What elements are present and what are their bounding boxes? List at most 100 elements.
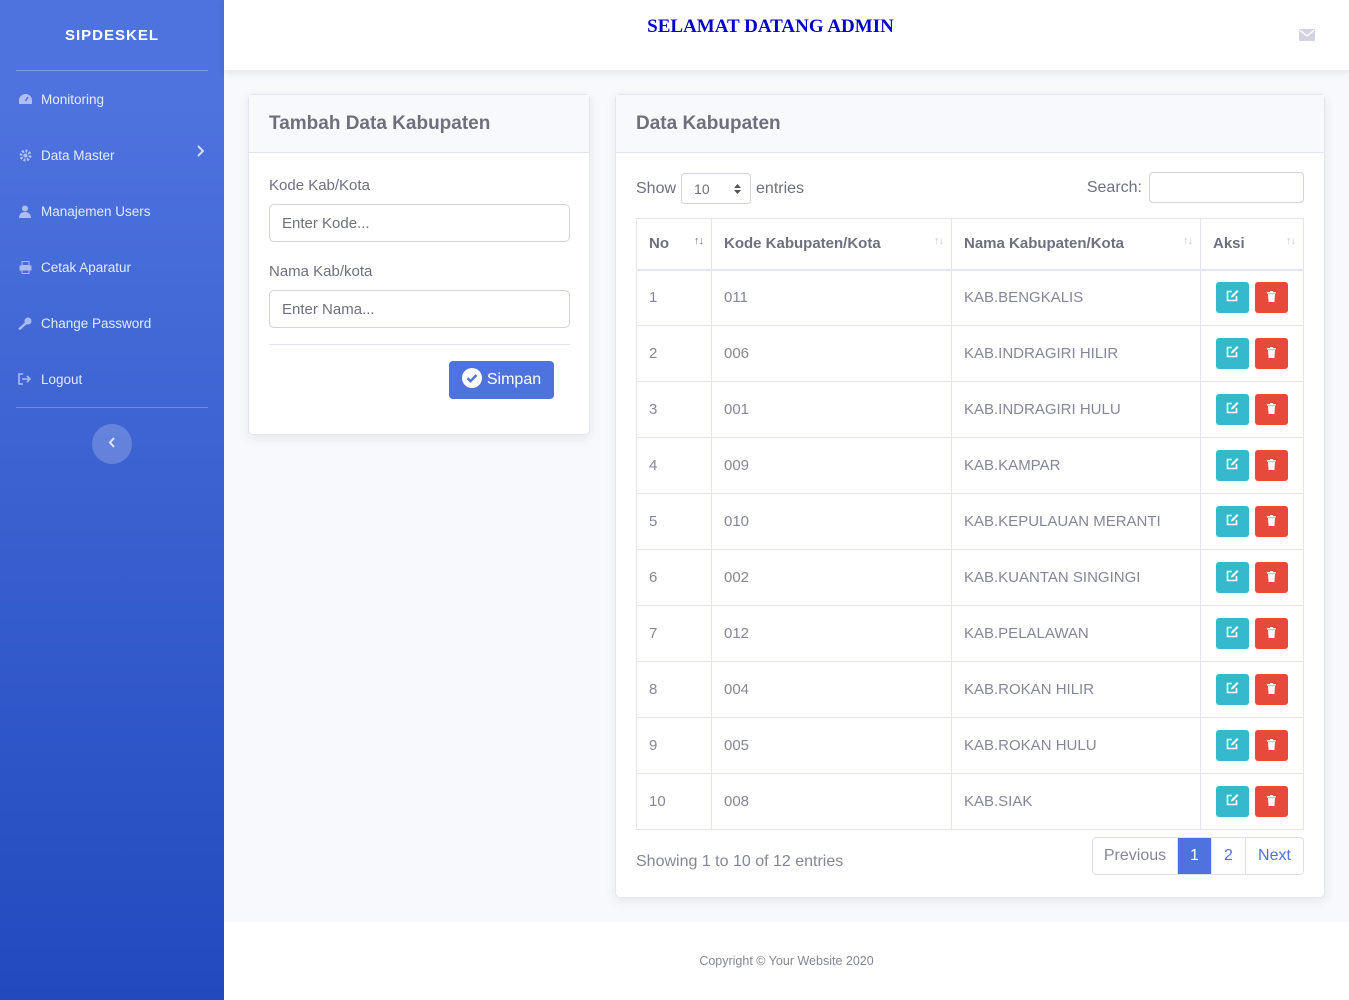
edit-button[interactable] [1216,618,1249,649]
delete-button[interactable] [1255,618,1288,649]
cell-kode: 006 [711,325,952,382]
edit-icon [1226,457,1239,474]
cell-no: 1 [636,269,712,326]
edit-button[interactable] [1216,450,1249,481]
search-control: Search: [1087,172,1304,203]
table-info: Showing 1 to 10 of 12 entries [636,853,844,870]
edit-button[interactable] [1216,282,1249,314]
edit-icon [1226,345,1239,362]
column-header-no[interactable]: No ↑↓ [636,218,712,271]
pagination: Previous 1 2 Next [1092,837,1304,875]
edit-button[interactable] [1216,730,1249,761]
delete-button[interactable] [1255,282,1288,314]
edit-icon [1226,401,1239,418]
column-header-kode[interactable]: Kode Kabupaten/Kota ↑↓ [711,218,952,271]
column-header-aksi[interactable]: Aksi ↑↓ [1200,218,1304,271]
cell-kode: 002 [711,549,952,606]
data-kabupaten-card: Data Kabupaten Show 10 entries Search: N… [615,94,1325,898]
trash-icon [1267,513,1276,530]
edit-icon [1226,793,1239,810]
table-card-title: Data Kabupaten [616,95,1324,153]
trash-icon [1267,625,1276,642]
cell-nama: KAB.INDRAGIRI HULU [951,381,1201,438]
sidebar-item-manajemen-users[interactable]: Manajemen Users [0,183,224,239]
row-actions [1213,730,1291,761]
sidebar-item-label: Cetak Aparatur [41,259,132,275]
cell-nama: KAB.BENGKALIS [951,269,1201,326]
row-actions [1213,394,1291,425]
edit-button[interactable] [1216,394,1249,425]
envelope-icon[interactable] [1299,28,1315,46]
table-row: 8 004 KAB.ROKAN HILIR [636,661,1304,718]
sidebar-toggle-button[interactable] [92,424,132,464]
simpan-label: Simpan [486,371,542,388]
sidebar-item-label: Manajemen Users [41,203,151,219]
column-header-nama[interactable]: Nama Kabupaten/Kota ↑↓ [951,218,1201,271]
page-1-button[interactable]: 1 [1178,838,1212,874]
sidebar-item-cetak-aparatur[interactable]: Cetak Aparatur [0,239,224,295]
cell-kode: 012 [711,605,952,662]
entries-select[interactable]: 10 [681,173,752,204]
edit-button[interactable] [1216,786,1249,817]
cell-kode: 001 [711,381,952,438]
previous-button[interactable]: Previous [1093,838,1178,874]
edit-button[interactable] [1216,674,1249,705]
nama-input[interactable] [269,290,570,328]
delete-button[interactable] [1255,674,1288,705]
cell-no: 8 [636,661,712,718]
entries-value: 10 [694,180,710,197]
sidebar-item-change-password[interactable]: Change Password [0,295,224,351]
cell-aksi [1200,325,1304,382]
sidebar-item-label: Change Password [41,315,152,331]
cell-no: 6 [636,549,712,606]
edit-button[interactable] [1216,562,1249,593]
table-row: 2 006 KAB.INDRAGIRI HILIR [636,325,1304,382]
kode-input[interactable] [269,204,570,242]
delete-button[interactable] [1255,338,1288,369]
cell-aksi [1200,717,1304,774]
simpan-button[interactable]: Simpan [449,361,554,399]
cell-no: 5 [636,493,712,550]
sort-icon: ↑↓ [1183,235,1193,247]
table-row: 5 010 KAB.KEPULAUAN MERANTI [636,493,1304,550]
trash-icon [1267,457,1276,474]
table-row: 7 012 KAB.PELALAWAN [636,605,1304,662]
delete-button[interactable] [1255,562,1288,593]
next-button[interactable]: Next [1246,838,1303,874]
kode-label: Kode Kab/Kota [269,177,370,194]
entries-label: entries [756,179,805,197]
cell-kode: 008 [711,773,952,830]
show-label: Show [636,179,677,197]
cell-no: 4 [636,437,712,494]
row-actions [1213,562,1291,593]
sidebar-item-logout[interactable]: Logout [0,351,224,407]
key-icon [17,316,33,330]
add-kabupaten-card: Tambah Data Kabupaten Kode Kab/Kota Nama… [248,94,590,435]
sidebar-item-monitoring[interactable]: Monitoring [0,71,224,127]
brand[interactable]: SIPDESKEL [0,0,224,70]
delete-button[interactable] [1255,786,1288,817]
sidebar-item-data-master[interactable]: Data Master [0,127,224,183]
trash-icon [1267,401,1276,418]
trash-icon [1267,569,1276,586]
cell-no: 9 [636,717,712,774]
table-header-row: No ↑↓ Kode Kabupaten/Kota ↑↓ Nama Kabupate… [636,218,1304,271]
edit-button[interactable] [1216,338,1249,369]
table-row: 1 011 KAB.BENGKALIS [636,269,1304,326]
kabupaten-table: No ↑↓ Kode Kabupaten/Kota ↑↓ Nama Kabupate… [636,218,1304,830]
search-input[interactable] [1149,172,1304,203]
table-row: 9 005 KAB.ROKAN HULU [636,717,1304,774]
page-2-button[interactable]: 2 [1212,838,1246,874]
search-label: Search: [1086,178,1142,196]
cell-aksi [1200,661,1304,718]
trash-icon [1267,345,1276,362]
delete-button[interactable] [1255,394,1288,425]
sort-icon: ↑↓ [934,235,944,247]
delete-button[interactable] [1255,730,1288,761]
delete-button[interactable] [1255,506,1288,537]
trash-icon [1267,681,1276,698]
cell-aksi [1200,381,1304,438]
cell-aksi [1200,549,1304,606]
delete-button[interactable] [1255,450,1288,481]
edit-button[interactable] [1216,506,1249,537]
